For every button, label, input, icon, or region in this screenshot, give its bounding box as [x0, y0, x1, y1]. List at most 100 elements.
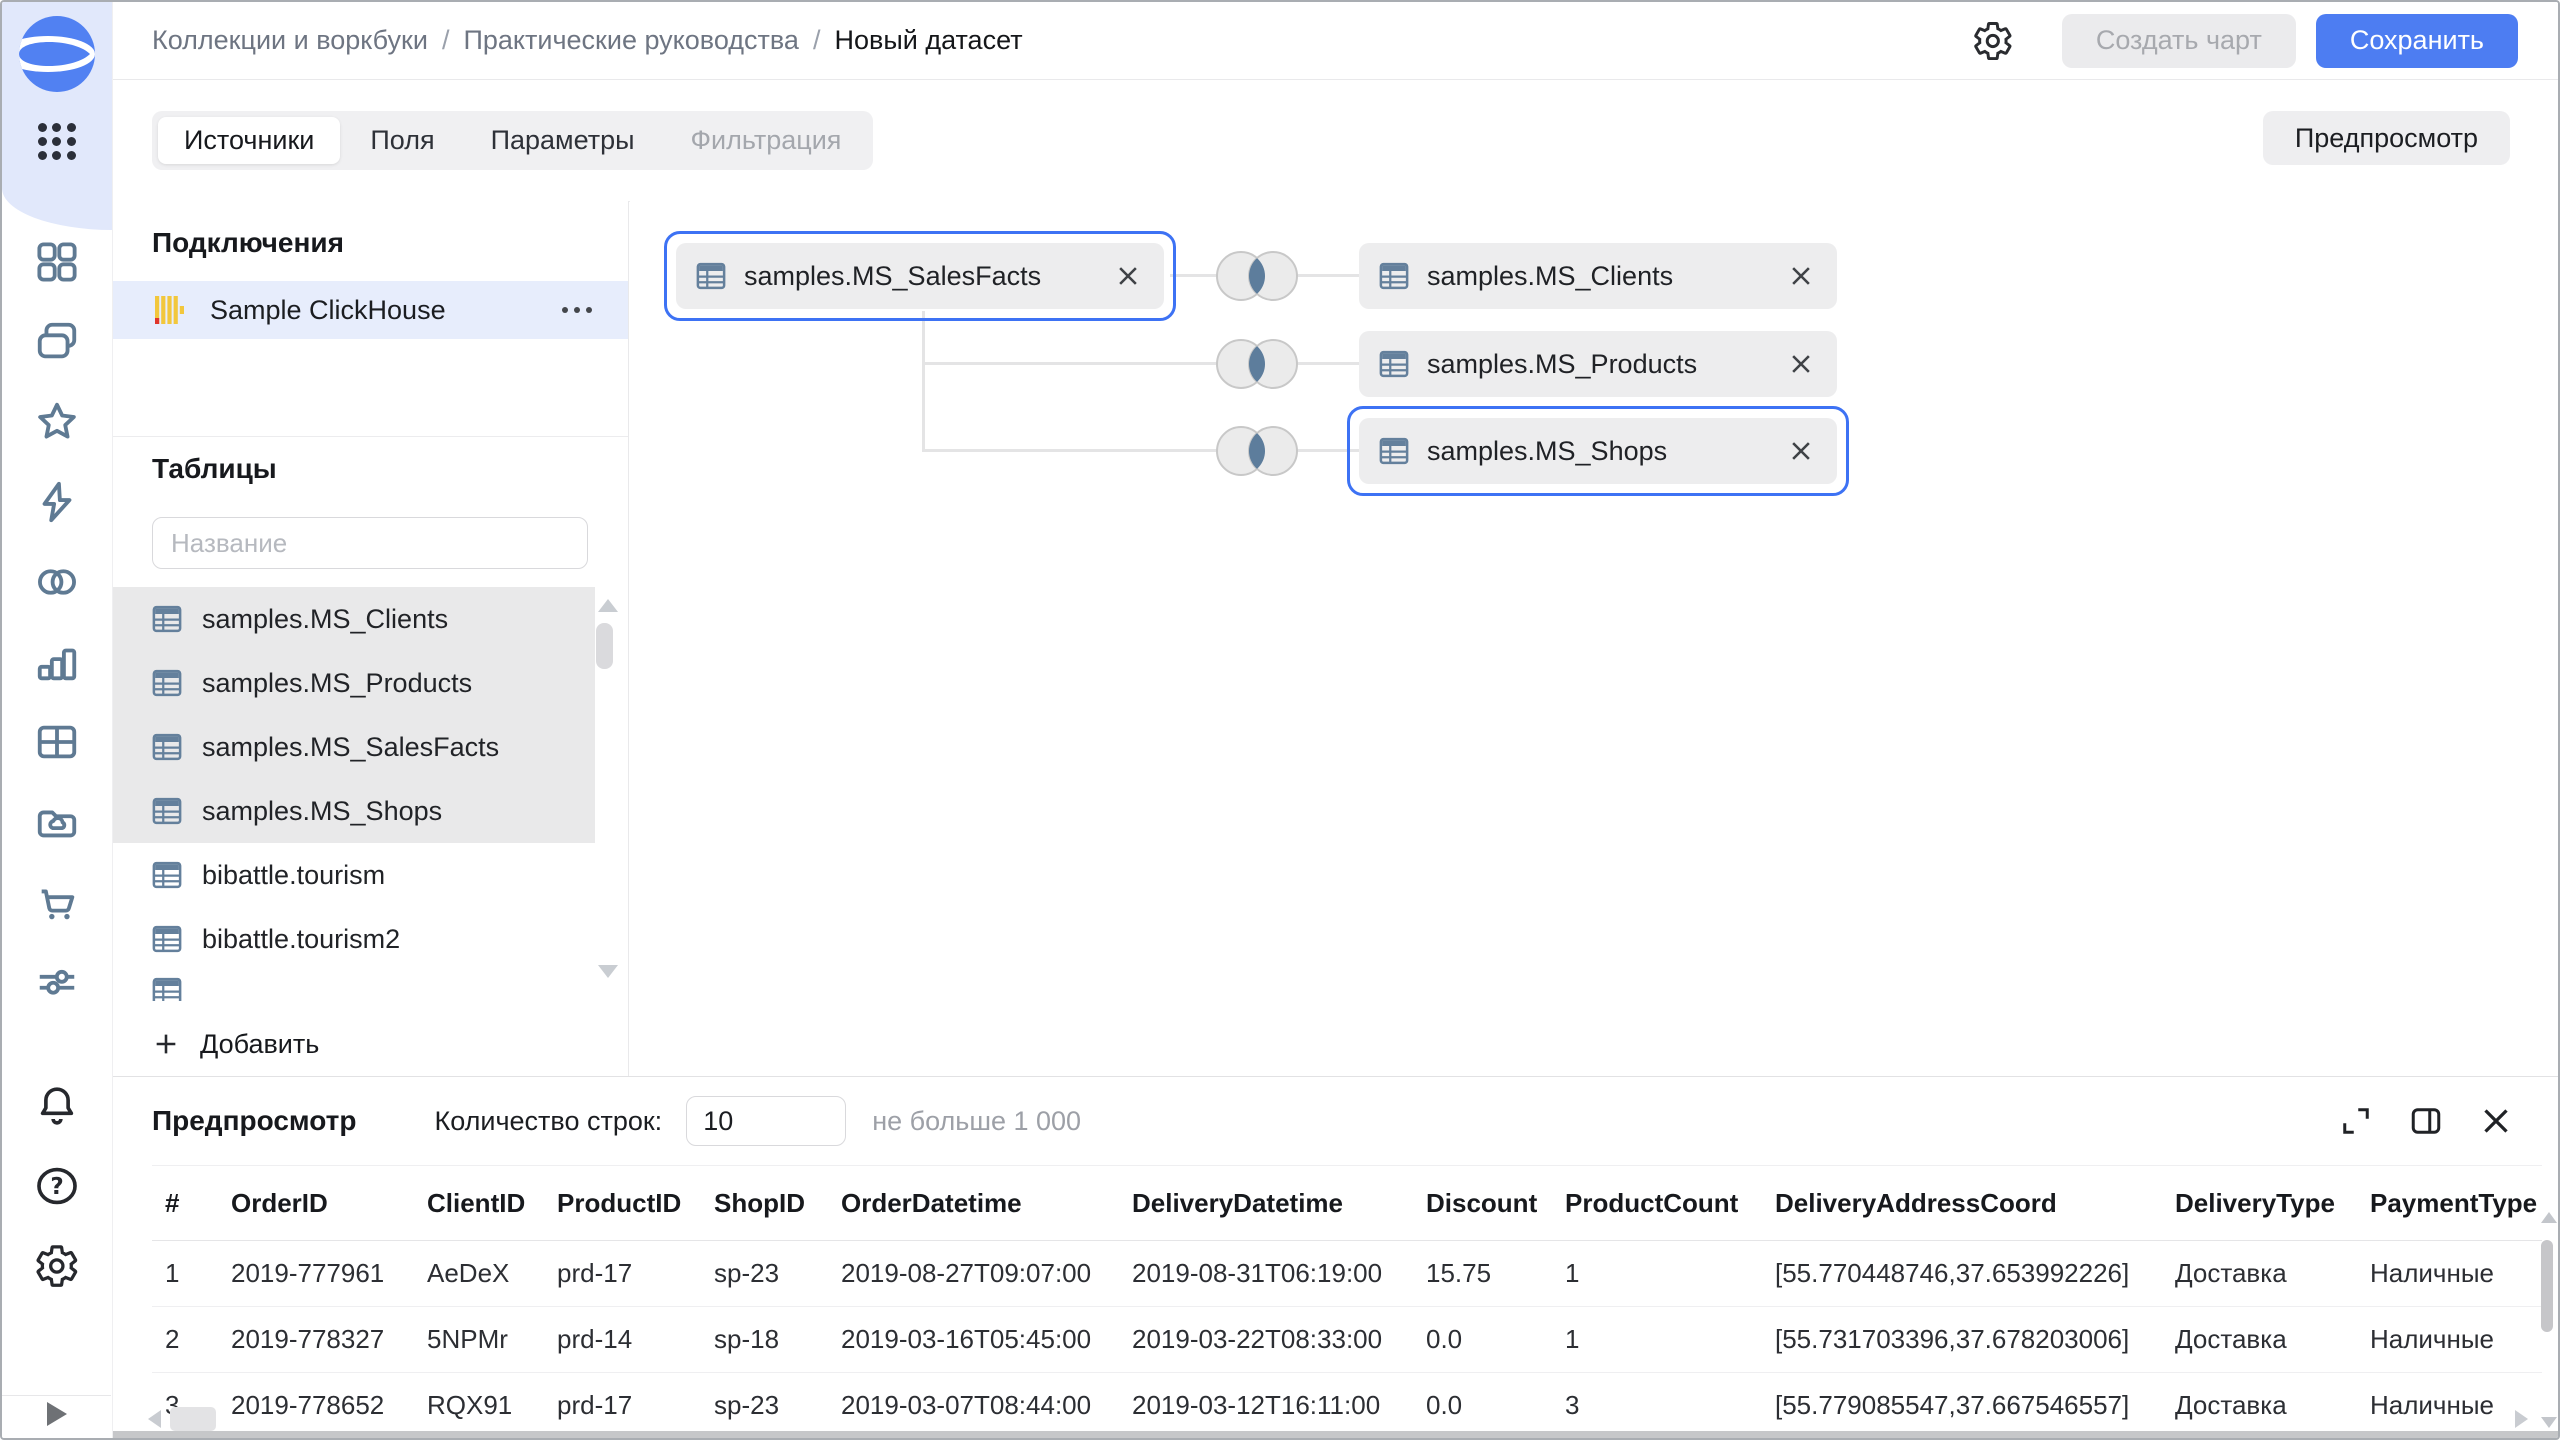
- join-type-icon[interactable]: [1211, 423, 1303, 479]
- services-sliders-icon[interactable]: [34, 959, 80, 1005]
- tab-Фильтрация[interactable]: Фильтрация: [665, 117, 868, 164]
- join-connector-line: [922, 311, 925, 452]
- breadcrumb-item: Новый датасет: [834, 25, 1022, 56]
- notifications-bell-icon[interactable]: [34, 1083, 80, 1129]
- table-name: samples.MS_Clients: [202, 604, 448, 635]
- column-header: Discount: [1413, 1188, 1552, 1219]
- table-node-shops[interactable]: samples.MS_Shops: [1359, 418, 1837, 484]
- help-icon[interactable]: ?: [34, 1163, 80, 1209]
- table-list-item[interactable]: bibattle.tourism2: [112, 907, 595, 971]
- table-node-products[interactable]: samples.MS_Products: [1359, 331, 1837, 397]
- sidebar-footer: [2, 1395, 111, 1431]
- scrollbar-thumb[interactable]: [2541, 1240, 2553, 1332]
- save-button[interactable]: Сохранить: [2316, 14, 2518, 68]
- connections-icon[interactable]: [34, 559, 80, 605]
- preview-table-row: 22019-7783275NPMrprd-14sp-182019-03-16T0…: [152, 1307, 2542, 1373]
- split-view-icon[interactable]: [2408, 1103, 2444, 1139]
- tab-Параметры[interactable]: Параметры: [465, 117, 661, 164]
- create-chart-button[interactable]: Создать чарт: [2062, 14, 2296, 68]
- preview-vertical-scrollbar: [2538, 1212, 2556, 1428]
- remove-table-icon[interactable]: [1787, 262, 1815, 290]
- connections-title: Подключения: [152, 227, 344, 259]
- remove-table-icon[interactable]: [1787, 350, 1815, 378]
- join-type-icon[interactable]: [1211, 336, 1303, 392]
- scroll-down-icon[interactable]: [2541, 1417, 2557, 1428]
- list-scroll-up-icon[interactable]: [598, 599, 618, 612]
- table-icon: [152, 861, 182, 889]
- table-list-item-clipped[interactable]: [112, 971, 595, 1001]
- editor-lightning-icon[interactable]: [34, 479, 80, 525]
- table-cell: 5NPMr: [414, 1324, 544, 1355]
- add-table-button[interactable]: Добавить: [152, 1019, 319, 1069]
- table-cell: 2019-03-22T08:33:00: [1119, 1324, 1413, 1355]
- column-header: OrderID: [218, 1188, 414, 1219]
- table-list-item[interactable]: samples.MS_SalesFacts: [112, 715, 595, 779]
- table-node-salesfacts[interactable]: samples.MS_SalesFacts: [676, 243, 1164, 309]
- table-list-item[interactable]: samples.MS_Clients: [112, 587, 595, 651]
- scroll-left-icon[interactable]: [148, 1410, 161, 1428]
- table-cell: Наличные: [2357, 1324, 2542, 1355]
- table-cell: prd-17: [544, 1258, 701, 1289]
- list-scroll-down-icon[interactable]: [598, 965, 618, 978]
- table-cell: AeDeX: [414, 1258, 544, 1289]
- sidebar: ?: [2, 2, 113, 1438]
- tab-row: ИсточникиПоляПараметрыФильтрация Предпро…: [112, 80, 2558, 202]
- table-icon: [1379, 262, 1409, 290]
- add-table-label: Добавить: [200, 1029, 319, 1060]
- tables-title: Таблицы: [152, 453, 277, 485]
- tab-Источники[interactable]: Источники: [158, 117, 340, 164]
- join-type-icon[interactable]: [1211, 248, 1303, 304]
- connection-menu-icon[interactable]: [560, 299, 594, 321]
- breadcrumb-separator: /: [442, 25, 450, 56]
- storage-folder-icon[interactable]: [34, 799, 80, 845]
- remove-table-icon[interactable]: [1114, 262, 1142, 290]
- workbooks-icon[interactable]: [34, 319, 80, 365]
- column-header: PaymentType: [2357, 1188, 2542, 1219]
- row-count-input[interactable]: [686, 1096, 846, 1146]
- table-cell: 1: [1552, 1258, 1762, 1289]
- breadcrumb-item[interactable]: Коллекции и воркбуки: [152, 25, 428, 56]
- table-cell: 1: [1552, 1324, 1762, 1355]
- dataset-settings-gear-icon[interactable]: [1972, 20, 2014, 62]
- table-icon: [152, 669, 182, 697]
- tab-bar: ИсточникиПоляПараметрыФильтрация: [152, 111, 873, 170]
- datalens-logo-icon[interactable]: [19, 16, 95, 92]
- node-label: samples.MS_Clients: [1427, 261, 1673, 292]
- tab-Поля[interactable]: Поля: [344, 117, 460, 164]
- table-name: bibattle.tourism2: [202, 924, 400, 955]
- breadcrumb: Коллекции и воркбуки / Практические руково…: [152, 25, 1023, 56]
- sidebar-nav: [2, 239, 112, 1005]
- favorites-star-icon[interactable]: [34, 399, 80, 445]
- table-list-item[interactable]: samples.MS_Products: [112, 651, 595, 715]
- charts-icon[interactable]: [34, 639, 80, 685]
- apps-menu-icon[interactable]: [35, 120, 79, 162]
- close-preview-icon[interactable]: [2478, 1103, 2514, 1139]
- datasets-table-icon[interactable]: [34, 719, 80, 765]
- preview-toggle-button[interactable]: Предпросмотр: [2263, 111, 2510, 165]
- column-header: ProductID: [544, 1188, 701, 1219]
- scroll-right-icon[interactable]: [2515, 1410, 2528, 1428]
- table-list-item[interactable]: bibattle.tourism: [112, 843, 595, 907]
- dashboards-icon[interactable]: [34, 239, 80, 285]
- table-node-clients[interactable]: samples.MS_Clients: [1359, 243, 1837, 309]
- preview-title: Предпросмотр: [152, 1105, 356, 1137]
- settings-gear-icon[interactable]: [34, 1243, 80, 1289]
- scroll-up-icon[interactable]: [2541, 1212, 2557, 1223]
- list-scrollbar-thumb[interactable]: [596, 623, 613, 669]
- marketplace-cart-icon[interactable]: [34, 879, 80, 925]
- window-scrollbar-track[interactable]: [2, 1431, 2558, 1438]
- table-icon: [152, 797, 182, 825]
- join-canvas: samples.MS_SalesFacts samples.MS_Clients…: [630, 201, 2558, 1076]
- connection-item[interactable]: Sample ClickHouse: [112, 281, 628, 339]
- column-header: DeliveryAddressCoord: [1762, 1188, 2162, 1219]
- expand-panel-icon[interactable]: [47, 1402, 67, 1426]
- breadcrumb-item[interactable]: Практические руководства: [463, 25, 798, 56]
- table-list-item[interactable]: samples.MS_Shops: [112, 779, 595, 843]
- preview-panel: Предпросмотр Количество строк: не больше…: [112, 1076, 2558, 1431]
- table-search-input[interactable]: [152, 517, 588, 569]
- selected-node-outline: samples.MS_Shops: [1347, 406, 1849, 496]
- expand-preview-icon[interactable]: [2338, 1103, 2374, 1139]
- node-label: samples.MS_SalesFacts: [744, 261, 1041, 292]
- scrollbar-thumb[interactable]: [170, 1407, 216, 1431]
- remove-table-icon[interactable]: [1787, 437, 1815, 465]
